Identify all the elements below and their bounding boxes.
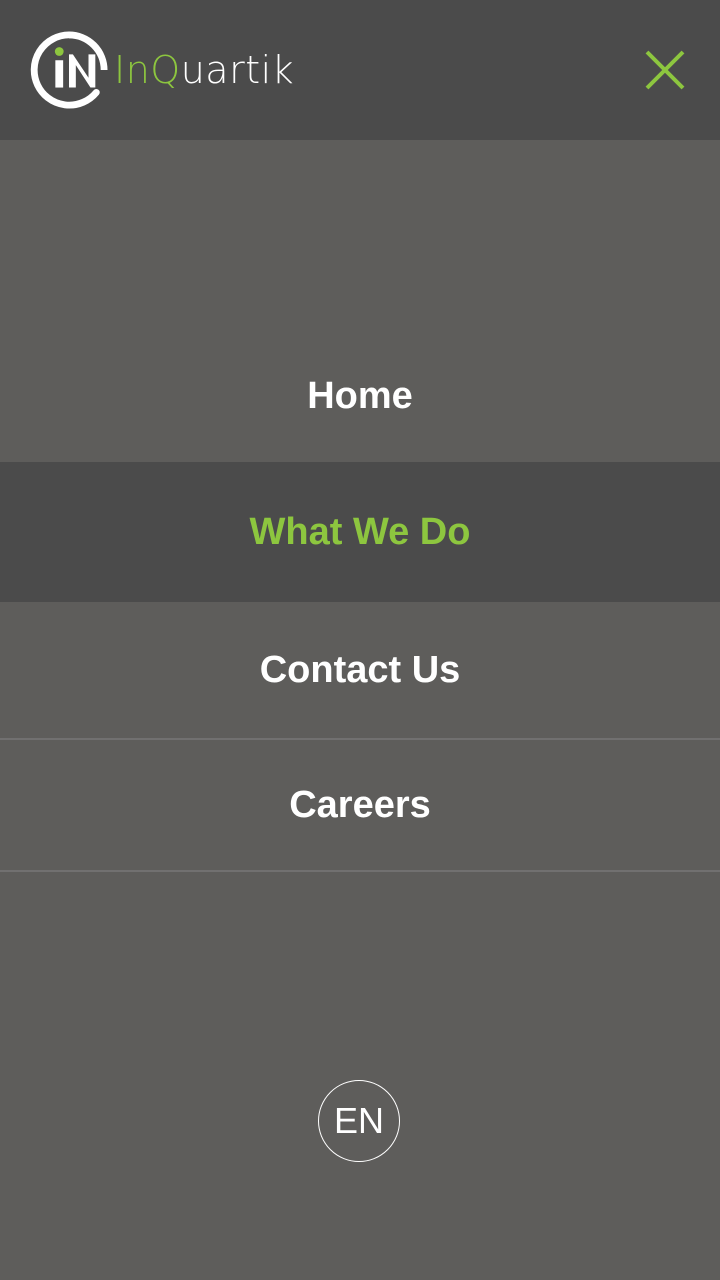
language-label: EN — [333, 1100, 384, 1141]
close-icon[interactable] — [644, 49, 686, 91]
menu-item-label: Contact Us — [259, 648, 461, 691]
brand-wordmark: In Quartik — [114, 51, 294, 89]
brand-name-part2: Q — [150, 48, 181, 92]
menu-item-careers[interactable]: Careers — [0, 740, 720, 872]
menu-item-what-we-do[interactable]: What We Do — [0, 462, 720, 602]
brand-logo[interactable]: In Quartik — [30, 30, 294, 110]
brand-name-part1: In — [114, 48, 151, 92]
menu-item-contact-us[interactable]: Contact Us — [0, 602, 720, 740]
logo-mark-icon — [30, 31, 108, 109]
navigation-menu: Home What We Do Contact Us Careers EN — [0, 140, 720, 1280]
menu-item-home[interactable]: Home — [0, 330, 720, 462]
menu-item-label: What We Do — [249, 510, 471, 553]
menu-item-label: Careers — [289, 783, 431, 826]
language-button[interactable]: EN — [318, 1080, 400, 1162]
brand-name-part3: uartik — [180, 48, 295, 92]
header-bar: In Quartik — [0, 0, 720, 140]
menu-item-label: Home — [307, 374, 413, 417]
